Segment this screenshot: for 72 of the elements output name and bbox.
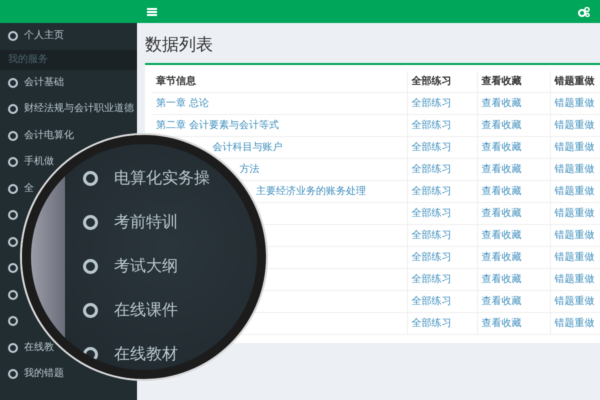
sidebar-item[interactable]: 会计电算化 xyxy=(24,130,74,141)
column-header: 查看收藏 xyxy=(477,70,550,92)
redo-link[interactable]: 错题重做 xyxy=(554,98,594,109)
gears-icon[interactable] xyxy=(578,6,590,16)
practice-link[interactable]: 全部练习 xyxy=(412,274,452,285)
favorites-link[interactable]: 查看收藏 xyxy=(482,274,522,285)
favorites-link[interactable]: 查看收藏 xyxy=(482,120,522,131)
circle-icon[interactable] xyxy=(8,290,18,300)
circle-icon[interactable] xyxy=(8,369,18,380)
redo-link[interactable]: 错题重做 xyxy=(554,164,594,175)
favorites-link[interactable]: 查看收藏 xyxy=(482,296,522,307)
circle-icon[interactable] xyxy=(8,316,18,326)
favorites-link[interactable]: 查看收藏 xyxy=(482,318,522,329)
practice-link[interactable]: 全部练习 xyxy=(412,120,452,131)
circle-icon[interactable] xyxy=(8,157,18,168)
practice-link[interactable]: 全部练习 xyxy=(412,186,452,197)
practice-link[interactable]: 全部练习 xyxy=(412,296,452,307)
column-header: 错题重做 xyxy=(550,70,600,92)
practice-link[interactable]: 全部练习 xyxy=(412,252,452,263)
favorites-link[interactable]: 查看收藏 xyxy=(482,142,522,153)
circle-icon xyxy=(83,214,98,230)
redo-link[interactable]: 错题重做 xyxy=(554,186,594,197)
circle-icon xyxy=(83,258,98,274)
sidebar-item[interactable]: 在线教 xyxy=(24,342,54,353)
practice-link[interactable]: 全部练习 xyxy=(412,164,452,175)
favorites-link[interactable]: 查看收藏 xyxy=(482,98,522,109)
redo-link[interactable]: 错题重做 xyxy=(554,274,594,285)
circle-icon[interactable] xyxy=(8,184,18,194)
favorites-link[interactable]: 查看收藏 xyxy=(482,186,522,197)
circle-icon[interactable] xyxy=(8,130,18,141)
circle-icon[interactable] xyxy=(8,31,18,42)
redo-link[interactable]: 错题重做 xyxy=(554,318,594,329)
sidebar-item[interactable]: 会计基础 xyxy=(24,78,64,88)
sidebar-item[interactable]: 个人主页 xyxy=(24,31,64,42)
chapter-link[interactable]: 第一章 总论 xyxy=(156,98,210,109)
menu-icon[interactable] xyxy=(147,8,157,16)
favorites-link[interactable]: 查看收藏 xyxy=(482,164,522,175)
circle-icon xyxy=(83,346,98,362)
favorites-link[interactable]: 查看收藏 xyxy=(482,230,522,241)
circle-icon[interactable] xyxy=(8,78,18,88)
circle-icon[interactable] xyxy=(8,104,18,114)
circle-icon xyxy=(83,302,98,318)
practice-link[interactable]: 全部练习 xyxy=(412,142,452,153)
chapter-link[interactable]: 会计科目与账户 xyxy=(212,142,282,153)
sidebar-section-label: 我的服务 xyxy=(0,50,137,70)
favorites-link[interactable]: 查看收藏 xyxy=(482,252,522,263)
page-title: 数据列表 xyxy=(144,34,214,57)
practice-link[interactable]: 全部练习 xyxy=(412,318,452,329)
circle-icon[interactable] xyxy=(8,342,18,353)
chapter-link[interactable]: 第二章 会计要素与会计等式 xyxy=(156,120,280,131)
redo-link[interactable]: 错题重做 xyxy=(554,208,594,219)
sidebar-item[interactable]: 手机做 xyxy=(24,157,54,168)
circle-icon[interactable] xyxy=(8,210,18,220)
favorites-link[interactable]: 查看收藏 xyxy=(482,208,522,219)
column-header: 全部练习 xyxy=(407,70,477,92)
redo-link[interactable]: 错题重做 xyxy=(554,252,594,263)
chapter-link[interactable]: 主要经济业务的账务处理 xyxy=(256,186,366,197)
practice-link[interactable]: 全部练习 xyxy=(412,98,452,109)
redo-link[interactable]: 错题重做 xyxy=(554,230,594,241)
sidebar-item[interactable]: 财经法规与会计职业道德 xyxy=(24,104,134,114)
sidebar-item[interactable]: 全 xyxy=(24,184,34,194)
circle-icon[interactable] xyxy=(8,263,18,274)
practice-link[interactable]: 全部练习 xyxy=(412,208,452,219)
redo-link[interactable]: 错题重做 xyxy=(554,142,594,153)
circle-icon xyxy=(83,170,98,186)
column-header: 章节信息 xyxy=(152,70,407,92)
redo-link[interactable]: 错题重做 xyxy=(554,120,594,131)
practice-link[interactable]: 全部练习 xyxy=(412,230,452,241)
chapter-link[interactable]: 方法 xyxy=(239,164,260,175)
circle-icon[interactable] xyxy=(8,236,18,247)
sidebar-item[interactable]: 我的错题 xyxy=(24,369,64,380)
redo-link[interactable]: 错题重做 xyxy=(554,296,594,307)
